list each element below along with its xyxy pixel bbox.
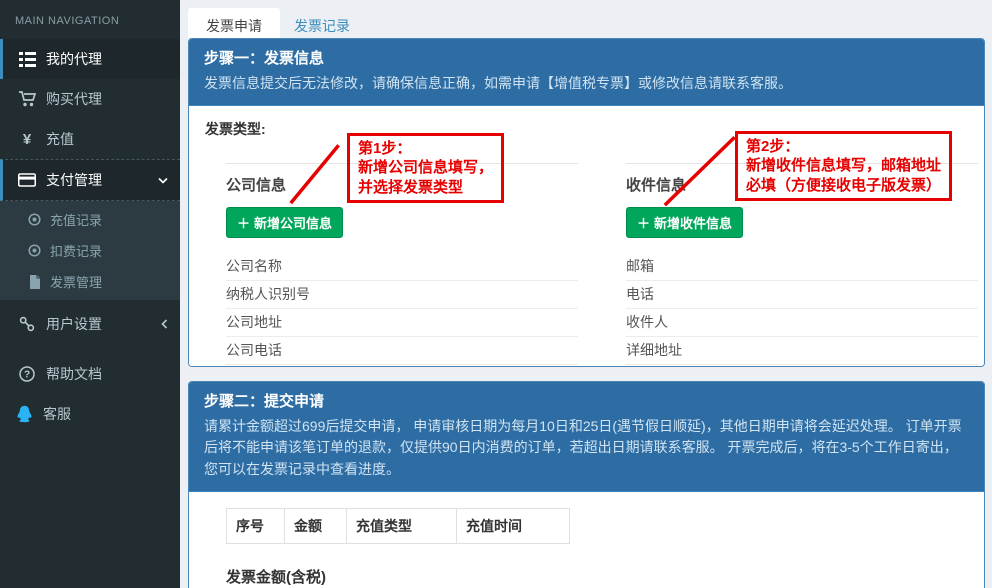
sidebar-item-label: 支付管理 — [46, 170, 102, 190]
invoice-amount-label: 发票金额(含税) — [226, 566, 969, 587]
sidebar-item-deduction-records[interactable]: 扣费记录 — [0, 235, 180, 266]
recharge-orders-table: 序号 金额 充值类型 充值时间 — [226, 508, 570, 544]
list-icon — [18, 50, 36, 68]
plus-icon: ＋ — [637, 213, 650, 232]
step2-panel: 步骤二：提交申请 请累计金额超过699后提交申请， 申请审核日期为每月10日和2… — [188, 381, 985, 588]
credit-card-icon — [18, 171, 36, 189]
table-header-row: 序号 金额 充值类型 充值时间 — [227, 508, 570, 543]
sidebar-item-label: 购买代理 — [46, 89, 102, 109]
sidebar-section-header: MAIN NAVIGATION — [0, 0, 180, 39]
file-icon — [27, 273, 42, 291]
sidebar-item-recharge-records[interactable]: 充值记录 — [0, 204, 180, 235]
sidebar-item-recharge[interactable]: ¥ 充值 — [0, 119, 180, 159]
svg-text:?: ? — [24, 370, 30, 381]
annotation-step1-note: 第1步： 新增公司信息填写， 并选择发票类型 — [347, 133, 504, 204]
sidebar-item-invoice-management[interactable]: 发票管理 — [0, 266, 180, 297]
qq-icon — [15, 405, 33, 423]
chevron-down-icon — [158, 177, 168, 184]
sidebar-item-buy-agents[interactable]: 购买代理 — [0, 79, 180, 119]
tab-bar: 发票申请 发票记录 — [180, 0, 992, 38]
question-circle-icon: ? — [18, 365, 36, 383]
field-company-name: 公司名称 — [226, 254, 578, 281]
field-email: 邮箱 — [626, 254, 978, 281]
step2-description: 请累计金额超过699后提交申请， 申请审核日期为每月10日和25日(遇节假日顺延… — [204, 416, 969, 481]
field-phone: 电话 — [626, 282, 978, 309]
field-detailed-address: 详细地址 — [626, 338, 978, 365]
field-company-phone: 公司电话 — [226, 338, 578, 365]
annotation-step2-note: 第2步： 新增收件信息填写，邮箱地址 必填（方便接收电子版发票） — [735, 131, 952, 202]
column-header-recharge-time: 充值时间 — [457, 508, 570, 543]
sidebar-item-help-docs[interactable]: ? 帮助文档 — [0, 354, 180, 394]
step1-title: 步骤一：发票信息 — [204, 47, 969, 68]
tab-invoice-apply[interactable]: 发票申请 — [188, 8, 280, 38]
payment-management-submenu: 充值记录 扣费记录 发票管理 — [0, 201, 180, 300]
sidebar-item-customer-service[interactable]: 客服 — [0, 394, 180, 434]
sidebar-item-label: 充值记录 — [50, 210, 102, 229]
sidebar-item-payment-management[interactable]: 支付管理 — [0, 159, 180, 201]
column-header-recharge-type: 充值类型 — [347, 508, 457, 543]
sidebar-item-label: 用户设置 — [46, 314, 102, 334]
chevron-left-icon — [161, 319, 168, 329]
sidebar-item-user-settings[interactable]: 用户设置 — [0, 304, 180, 344]
company-fields-list: 公司名称 纳税人识别号 公司地址 公司电话 — [226, 254, 578, 365]
step2-panel-body: 序号 金额 充值类型 充值时间 发票金额(含税) — [189, 492, 984, 588]
link-icon — [18, 315, 36, 333]
sidebar-item-label: 充值 — [46, 129, 74, 149]
sidebar-item-label: 发票管理 — [50, 272, 102, 291]
step1-panel-body: 发票类型: 公司信息 ＋新增公司信息 公司名称 纳税人识别号 公司地址 公司电话 — [189, 106, 984, 366]
yen-icon: ¥ — [18, 130, 36, 148]
add-recipient-info-button[interactable]: ＋新增收件信息 — [626, 207, 743, 238]
sidebar-item-label: 帮助文档 — [46, 364, 102, 384]
step1-panel-heading: 步骤一：发票信息 发票信息提交后无法修改，请确保信息正确，如需申请【增值税专票】… — [189, 39, 984, 106]
invoice-application-page: MAIN NAVIGATION 我的代理 购买代理 ¥ 充值 支付管理 — [0, 0, 992, 588]
field-company-address: 公司地址 — [226, 310, 578, 337]
sidebar-item-label: 我的代理 — [46, 49, 102, 69]
step2-panel-heading: 步骤二：提交申请 请累计金额超过699后提交申请， 申请审核日期为每月10日和2… — [189, 382, 984, 492]
add-company-info-button[interactable]: ＋新增公司信息 — [226, 207, 343, 238]
tab-invoice-records[interactable]: 发票记录 — [280, 8, 364, 38]
field-recipient-name: 收件人 — [626, 310, 978, 337]
dot-circle-icon — [27, 211, 42, 229]
sidebar-item-my-agents[interactable]: 我的代理 — [0, 39, 180, 79]
recipient-fields-list: 邮箱 电话 收件人 详细地址 — [626, 254, 978, 365]
sidebar: MAIN NAVIGATION 我的代理 购买代理 ¥ 充值 支付管理 — [0, 0, 180, 588]
plus-icon: ＋ — [237, 213, 250, 232]
sidebar-item-label: 扣费记录 — [50, 241, 102, 260]
column-header-index: 序号 — [227, 508, 285, 543]
cart-icon — [18, 90, 36, 108]
column-header-amount: 金额 — [285, 508, 347, 543]
step2-title: 步骤二：提交申请 — [204, 390, 969, 411]
dot-circle-icon — [27, 242, 42, 260]
step1-description: 发票信息提交后无法修改，请确保信息正确，如需申请【增值税专票】或修改信息请联系客… — [204, 73, 969, 95]
step1-panel: 步骤一：发票信息 发票信息提交后无法修改，请确保信息正确，如需申请【增值税专票】… — [188, 38, 985, 367]
invoice-type-label: 发票类型: — [205, 119, 266, 139]
field-taxpayer-id: 纳税人识别号 — [226, 282, 578, 309]
sidebar-item-label: 客服 — [43, 404, 71, 424]
main-content: 发票申请 发票记录 步骤一：发票信息 发票信息提交后无法修改，请确保信息正确，如… — [180, 0, 992, 588]
